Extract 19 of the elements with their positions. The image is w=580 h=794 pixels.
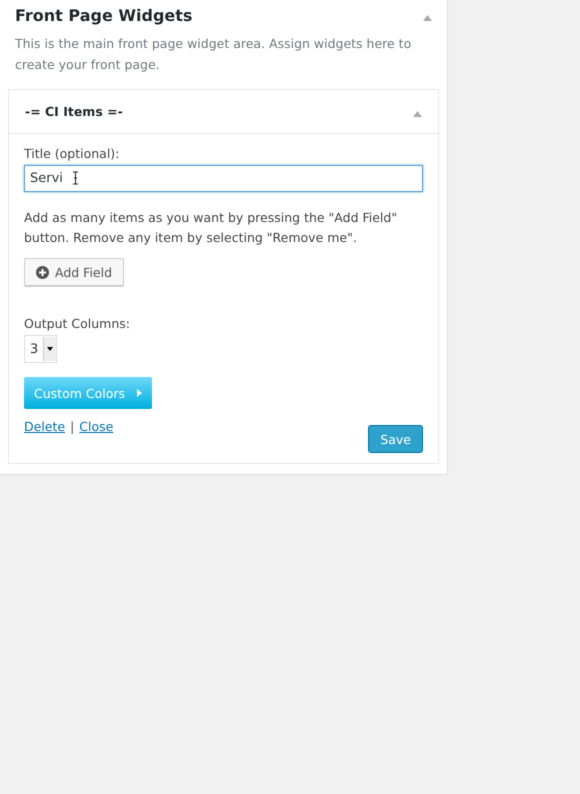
add-field-button[interactable]: Add Field [24,258,124,286]
sidebar-title: Front Page Widgets [15,6,192,25]
save-button[interactable]: Save [368,425,423,453]
columns-label: Output Columns: [24,316,131,331]
delete-link[interactable]: Delete [24,419,66,434]
close-link[interactable]: Close [79,419,114,434]
play-arrow-icon [137,389,142,397]
plus-circle-icon [36,266,49,278]
columns-select[interactable]: 3 [24,335,58,363]
text-cursor-icon [72,171,79,185]
title-label: Title (optional): [24,146,120,161]
help-text: Add as many items as you want by pressing the "Add Field" button. Remove any item by selecting "Remove me". [24,209,398,247]
collapse-arrow-icon[interactable] [423,15,432,21]
link-separator: | [70,419,74,434]
sidebar-description: This is the main front page widget area. Assign widgets here to create your front page. [15,35,412,74]
widget-title: -= CI Items =- [25,104,123,119]
title-field[interactable]: Servi [24,165,423,192]
dropdown-arrow-icon [47,347,54,351]
collapse-arrow-icon[interactable] [413,111,422,117]
